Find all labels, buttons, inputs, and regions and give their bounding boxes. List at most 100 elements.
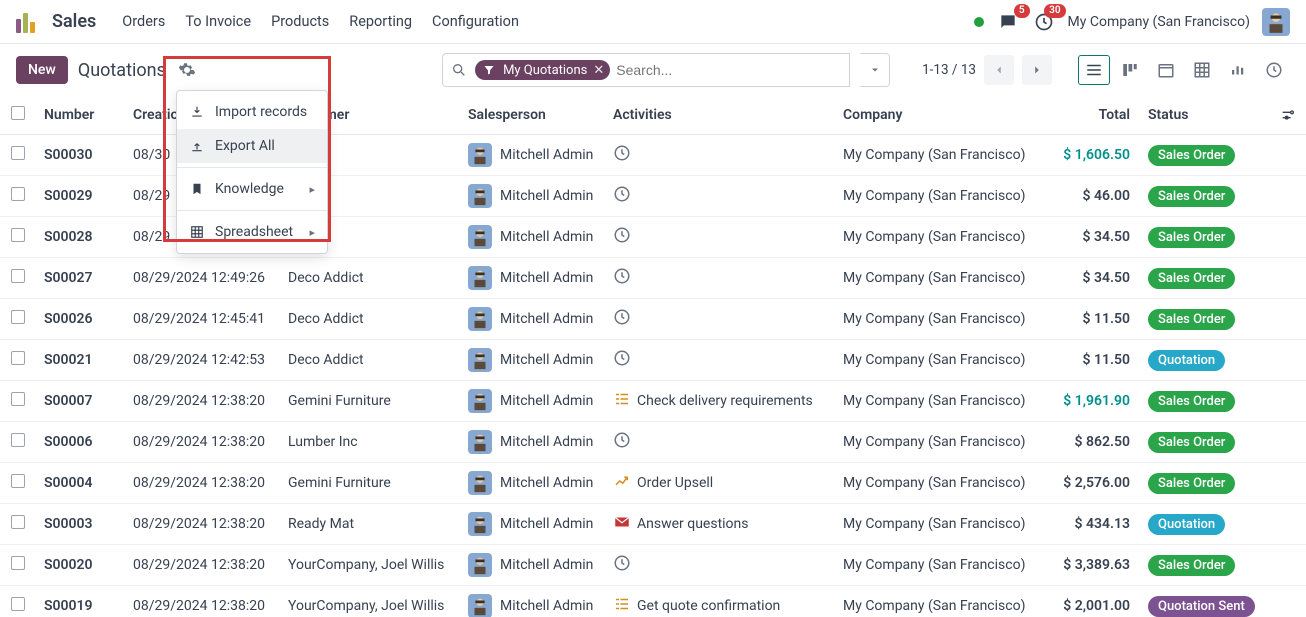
status-badge: Sales Order: [1148, 227, 1235, 248]
menu-knowledge[interactable]: Knowledge ▸: [177, 172, 327, 206]
bookmark-icon: [189, 182, 205, 196]
funnel-icon: [481, 62, 497, 78]
col-status[interactable]: Status: [1140, 96, 1270, 135]
col-number[interactable]: Number: [36, 96, 125, 135]
cell-activity[interactable]: [605, 299, 835, 340]
view-activity-icon[interactable]: [1258, 55, 1290, 85]
activity-clock-icon: [613, 554, 631, 576]
nav-item-configuration[interactable]: Configuration: [422, 7, 529, 36]
salesperson-avatar: [468, 389, 492, 413]
view-graph-icon[interactable]: [1222, 55, 1254, 85]
table-row[interactable]: S0002708/29/2024 12:49:26Deco AddictMitc…: [0, 258, 1306, 299]
cell-company: My Company (San Francisco): [835, 422, 1045, 463]
col-activities[interactable]: Activities: [605, 96, 835, 135]
row-checkbox[interactable]: [11, 351, 25, 365]
select-all-checkbox[interactable]: [11, 106, 25, 120]
cell-salesperson: Mitchell Admin: [460, 135, 605, 176]
cell-status: Sales Order: [1140, 381, 1270, 422]
filter-chip[interactable]: My Quotations ✕: [475, 60, 610, 80]
cell-activity[interactable]: [605, 176, 835, 217]
activity-chart-icon: [613, 472, 631, 494]
table-row[interactable]: S0000608/29/2024 12:38:20Lumber IncMitch…: [0, 422, 1306, 463]
pager-text[interactable]: 1-13 / 13: [922, 62, 976, 78]
app-name[interactable]: Sales: [52, 11, 96, 32]
nav-item-orders[interactable]: Orders: [112, 7, 175, 36]
activity-clock-icon: [613, 144, 631, 166]
view-kanban-icon[interactable]: [1114, 55, 1146, 85]
search-options-dropdown[interactable]: [860, 53, 890, 87]
row-checkbox[interactable]: [11, 228, 25, 242]
table-row[interactable]: S0000408/29/2024 12:38:20Gemini Furnitur…: [0, 463, 1306, 504]
messaging-icon[interactable]: 5: [996, 10, 1020, 34]
search-icon: [449, 62, 469, 78]
view-list-icon[interactable]: [1078, 55, 1110, 85]
status-badge: Sales Order: [1148, 145, 1235, 166]
cell-activity[interactable]: Check delivery requirements: [605, 381, 835, 422]
row-checkbox[interactable]: [11, 269, 25, 283]
view-pivot-icon[interactable]: [1186, 55, 1218, 85]
row-checkbox[interactable]: [11, 474, 25, 488]
table-row[interactable]: S0001908/29/2024 12:38:20YourCompany, Jo…: [0, 586, 1306, 617]
cell-activity[interactable]: [605, 422, 835, 463]
table-row[interactable]: S0002608/29/2024 12:45:41Deco AddictMitc…: [0, 299, 1306, 340]
view-calendar-icon[interactable]: [1150, 55, 1182, 85]
status-badge: Sales Order: [1148, 309, 1235, 330]
new-button[interactable]: New: [16, 56, 68, 84]
row-checkbox[interactable]: [11, 187, 25, 201]
row-checkbox[interactable]: [11, 310, 25, 324]
cell-number: S00004: [36, 463, 125, 504]
menu-import-records[interactable]: Import records: [177, 95, 327, 129]
cell-customer: Deco Addict: [280, 340, 460, 381]
row-checkbox[interactable]: [11, 392, 25, 406]
row-checkbox[interactable]: [11, 515, 25, 529]
col-salesperson[interactable]: Salesperson: [460, 96, 605, 135]
cell-activity[interactable]: [605, 545, 835, 586]
row-checkbox[interactable]: [11, 146, 25, 160]
cell-number: S00030: [36, 135, 125, 176]
close-icon[interactable]: ✕: [593, 63, 604, 78]
cell-status: Quotation: [1140, 340, 1270, 381]
table-row[interactable]: S0000308/29/2024 12:38:20Ready MatMitche…: [0, 504, 1306, 545]
table-row[interactable]: S0000708/29/2024 12:38:20Gemini Furnitur…: [0, 381, 1306, 422]
cell-activity[interactable]: [605, 135, 835, 176]
chevron-right-icon: ▸: [309, 183, 315, 196]
col-total[interactable]: Total: [1045, 96, 1140, 135]
menu-export-all[interactable]: Export All: [177, 129, 327, 163]
cell-salesperson: Mitchell Admin: [460, 340, 605, 381]
user-avatar[interactable]: [1262, 8, 1290, 36]
table-row[interactable]: S0002108/29/2024 12:42:53Deco AddictMitc…: [0, 340, 1306, 381]
upload-icon: [189, 139, 205, 153]
activity-clock-icon: [613, 267, 631, 289]
nav-item-reporting[interactable]: Reporting: [339, 7, 422, 36]
search-box[interactable]: My Quotations ✕: [442, 53, 850, 87]
row-checkbox[interactable]: [11, 556, 25, 570]
activity-text: Answer questions: [637, 516, 749, 532]
cell-activity[interactable]: Order Upsell: [605, 463, 835, 504]
menu-spreadsheet[interactable]: Spreadsheet ▸: [177, 215, 327, 249]
activities-icon[interactable]: 30: [1032, 10, 1056, 34]
pager-prev-button[interactable]: [984, 55, 1014, 85]
nav-item-to-invoice[interactable]: To Invoice: [175, 7, 261, 36]
cell-activity[interactable]: [605, 258, 835, 299]
col-company[interactable]: Company: [835, 96, 1045, 135]
row-checkbox[interactable]: [11, 597, 25, 611]
messaging-badge: 5: [1014, 4, 1030, 18]
cell-activity[interactable]: Answer questions: [605, 504, 835, 545]
cell-activity[interactable]: [605, 217, 835, 258]
pager-next-button[interactable]: [1022, 55, 1052, 85]
company-selector[interactable]: My Company (San Francisco): [1068, 14, 1250, 30]
search-input[interactable]: [616, 54, 849, 86]
column-options-icon[interactable]: [1278, 107, 1298, 123]
cell-activity[interactable]: [605, 340, 835, 381]
cell-activity[interactable]: Get quote confirmation: [605, 586, 835, 617]
row-checkbox[interactable]: [11, 433, 25, 447]
cell-company: My Company (San Francisco): [835, 381, 1045, 422]
activity-text: Get quote confirmation: [637, 598, 780, 614]
app-logo[interactable]: [16, 11, 38, 33]
nav-item-products[interactable]: Products: [261, 7, 339, 36]
cell-salesperson: Mitchell Admin: [460, 217, 605, 258]
status-badge: Sales Order: [1148, 555, 1235, 576]
gear-icon[interactable]: [176, 59, 198, 81]
download-icon: [189, 105, 205, 119]
table-row[interactable]: S0002008/29/2024 12:38:20YourCompany, Jo…: [0, 545, 1306, 586]
